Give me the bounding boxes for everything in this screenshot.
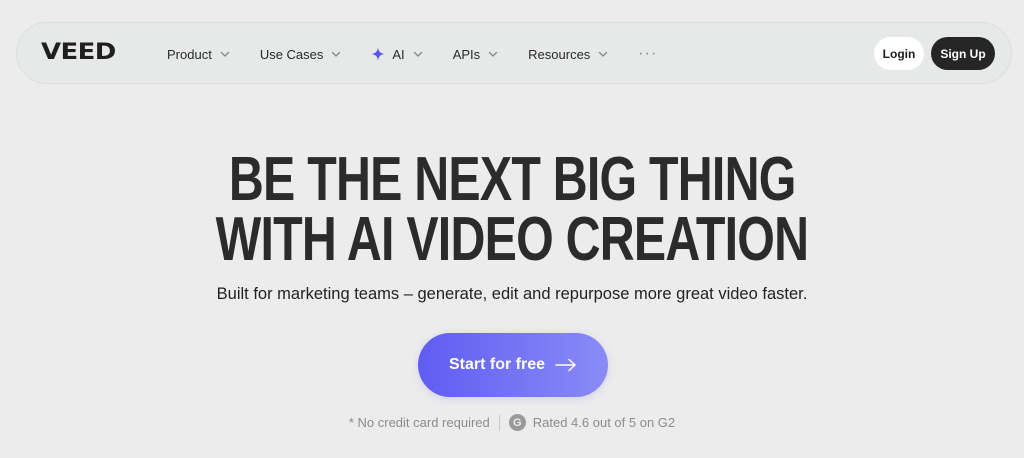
login-button[interactable]: Login — [874, 37, 924, 70]
g2-rating-text: Rated 4.6 out of 5 on G2 — [532, 415, 676, 430]
nav-item-apis[interactable]: APIs — [453, 47, 499, 62]
nav-item-label: AI — [392, 46, 405, 62]
trust-footnote: * No credit card required G Rated 4.6 ou… — [0, 414, 1024, 431]
hero-headline-line-1: BE THE NEXT BIG THING — [228, 145, 796, 214]
chevron-down-icon — [413, 51, 422, 57]
nav-item-label: Use Cases — [259, 46, 324, 62]
nav-item-label: APIs — [452, 46, 481, 62]
chevron-down-icon — [220, 51, 230, 57]
veed-logo[interactable]: VEED — [41, 39, 116, 67]
nav-item-label: Resources — [528, 46, 591, 62]
chevron-down-icon — [332, 51, 341, 57]
arrow-right-icon — [555, 358, 576, 372]
hero-subtitle: Built for marketing teams – generate, ed… — [216, 285, 808, 303]
more-menu-icon[interactable]: ··· — [638, 45, 657, 63]
nav-item-resources[interactable]: Resources — [528, 47, 609, 62]
nav-item-use-cases[interactable]: Use Cases — [260, 47, 343, 62]
cta-label: Start for free — [448, 356, 546, 373]
no-credit-card-note: * No credit card required — [348, 415, 490, 430]
footnote-divider — [498, 414, 500, 431]
nav-menu: Product Use Cases AI APIs Resources ··· — [167, 23, 657, 85]
chevron-down-icon — [488, 51, 498, 57]
signup-button[interactable]: Sign Up — [931, 37, 995, 70]
hero-headline: BE THE NEXT BIG THING WITH AI VIDEO CREA… — [0, 145, 1024, 274]
nav-item-ai[interactable]: AI — [371, 47, 423, 62]
nav-item-product[interactable]: Product — [167, 47, 231, 62]
hero-headline-line-2: WITH AI VIDEO CREATION — [215, 205, 809, 274]
nav-item-label: Product — [167, 46, 212, 62]
g2-logo-icon: G — [508, 414, 526, 431]
sparkle-icon — [371, 47, 385, 61]
chevron-down-icon — [599, 51, 608, 57]
start-for-free-button[interactable]: Start for free — [418, 333, 608, 397]
top-navigation: VEED Product Use Cases AI APIs Resources… — [16, 22, 1012, 84]
